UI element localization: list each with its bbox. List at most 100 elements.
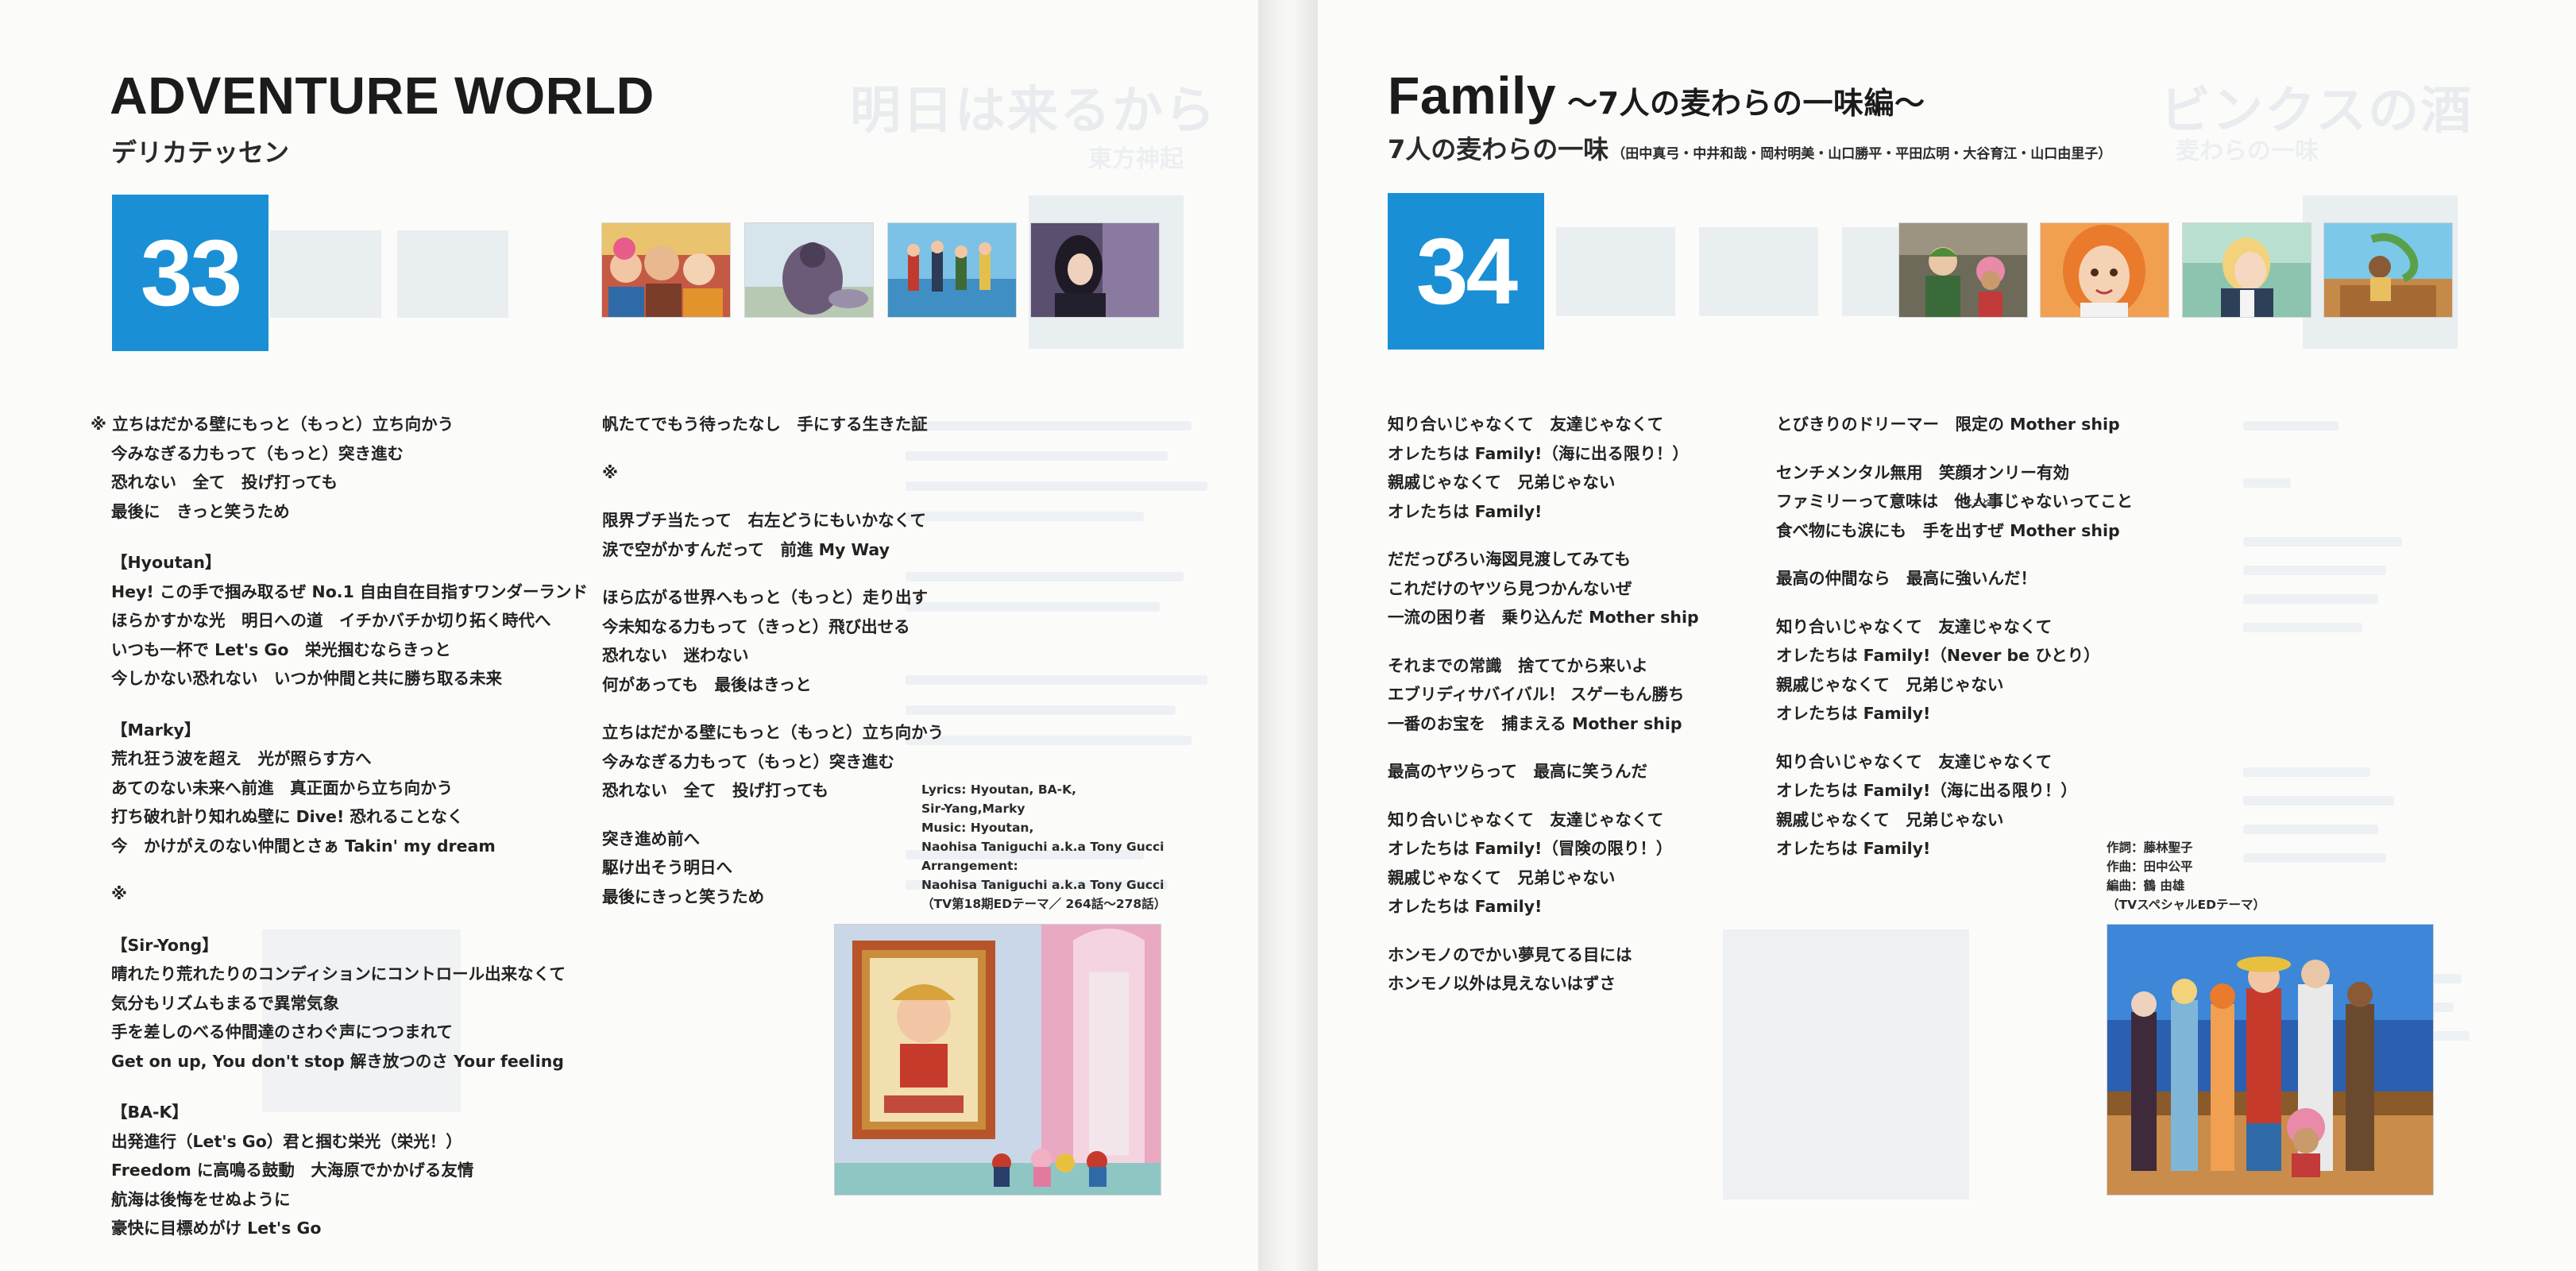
lyric-gap (1388, 632, 1699, 651)
ghost-thumb (1556, 227, 1675, 316)
lyric-line: 知り合いじゃなくて 友達じゃなくて (1776, 751, 2053, 771)
lyric-line: 一流の困り者 乗り込んだ Mother ship (1388, 608, 1699, 627)
lyric-line: オレたちは Family! (1776, 839, 1931, 858)
lyric-line: ※ (602, 462, 618, 482)
lyric-section-heading: 【Hyoutan】 (111, 553, 222, 572)
lyric-line: エブリディサバイバル！ スゲーもん勝ち (1388, 685, 1685, 704)
straw-hat-crew-scene-image (2107, 924, 2434, 1196)
lyric-line: 気分もリズムもまるで異常気象 (111, 993, 339, 1013)
lyric-section-heading: 【BA-K】 (111, 1103, 188, 1122)
lyrics-column-1: 知り合いじゃなくて 友達じゃなくて オレたちは Family!（海に出る限り！） 親… (1388, 410, 1699, 999)
lyric-line: これだけのヤツら見つかんないぜ (1388, 578, 1632, 598)
lyric-line: オレたちは Family! (1388, 897, 1543, 916)
lyric-line: オレたちは Family!（冒険の限り！） (1388, 839, 1673, 858)
lyric-line: ファミリーって意味は 他人事じゃないってこと (1776, 492, 2133, 511)
credit-line: （TV第18期EDテーマ／ 264話〜278話） (921, 897, 1167, 911)
lyric-line: 知り合いじゃなくて 友達じゃなくて (1388, 809, 1664, 829)
ghost-artist: 麦わらの一味 (2176, 137, 2319, 165)
lyric-gap (602, 805, 944, 825)
lyric-line: とびきりのドリーマー 限定の Mother ship (1776, 415, 2120, 434)
lyric-line: 最後に きっと笑うため (111, 501, 290, 521)
credit-line: （TVスペシャルEDテーマ） (2107, 898, 2265, 912)
credit-line: Lyrics: Hyoutan, BA-K, (921, 782, 1076, 797)
lyric-line: 最高のヤツらって 最高に笑うんだ (1388, 762, 1647, 781)
lyric-line: 晴れたり荒れたりのコンディションにコントロール出来なくて (111, 964, 566, 983)
lyric-gap (602, 439, 944, 458)
ghost-title: 明日は来るから (850, 82, 1217, 141)
lyric-line: 今みなぎる力もって（もっと）突き進む (111, 443, 404, 463)
ghost-line (906, 451, 1168, 461)
lyric-line: ホンモノのでかい夢見てる目には (1388, 945, 1632, 964)
lyric-line: 立ちはだかる壁にもっと（もっと）立ち向かう (602, 723, 944, 742)
lyric-line: オレたちは Family! (1776, 704, 1931, 723)
lyric-line: オレたちは Family! (1388, 501, 1543, 521)
lyric-line: 親戚じゃなくて 兄弟じゃない (1388, 473, 1616, 492)
left-page: 明日は来るから 東方神起 ADVENTURE WORLD デリカテッセン 33 (0, 0, 1258, 1271)
lyric-line: 何があっても 最後はきっと (602, 674, 812, 694)
lyric-line: ほら広がる世界へもっと（もっと）走り出す (602, 588, 928, 607)
ghost-line (2243, 825, 2378, 834)
lyric-line: 今未知なる力もって（きっと）飛び出せる (602, 616, 910, 636)
lyric-line: あてのない未来へ前進 真正面から立ち向かう (111, 778, 454, 798)
thumbnail-zoro-chopper (1898, 222, 2028, 318)
credit-line: 作詞：藤林聖子 (2107, 840, 2193, 855)
lyrics-column-2: とびきりのドリーマー 限定の Mother ship センチメンタル無用 笑顔オン… (1776, 410, 2133, 863)
lyric-line: 今しかない恐れない いつか仲間と共に勝ち取る未来 (111, 669, 502, 688)
ghost-artist: 東方神起 (1088, 145, 1184, 173)
ghost-line (2243, 594, 2378, 604)
lyric-line: ※ (111, 884, 127, 903)
ghost-line (2243, 623, 2362, 632)
lyric-line: 一番のお宝を 捕まえる Mother ship (1388, 713, 1682, 733)
thumbnail-dark-haired-woman (1030, 222, 1160, 318)
lyric-line: 豪快に目標めがけ Let's Go (111, 1219, 322, 1238)
lyric-section-heading: 【Sir-Yong】 (111, 935, 218, 955)
ghost-line (906, 421, 1191, 431)
lyric-line: 親戚じゃなくて 兄弟じゃない (1776, 674, 2004, 694)
lyric-gap (1776, 439, 2133, 458)
credits: 作詞：藤林聖子 作曲：田中公平 編曲：鶴 由雄 （TVスペシャルEDテーマ） (2107, 838, 2265, 914)
lyric-line: 最高の仲間なら 最高に強いんだ！ (1776, 569, 2037, 588)
wanted-poster-scene-image (834, 924, 1161, 1196)
lyric-line: 打ち破れ計り知れぬ壁に Dive! 恐れることなく (111, 807, 464, 826)
lyric-line: 荒れ狂う波を超え 光が照らす方へ (111, 749, 372, 768)
lyric-gap (1388, 921, 1699, 941)
ghost-thumb (397, 230, 508, 318)
thumbnail-nami (2040, 222, 2169, 318)
lyric-line: 今みなぎる力もって（もっと）突き進む (602, 751, 894, 771)
thumbnail-sanji (2182, 222, 2311, 318)
lyric-line: 親戚じゃなくて 兄弟じゃない (1388, 867, 1616, 887)
ghost-thumb (270, 230, 381, 318)
ghost-line (2243, 421, 2338, 431)
lyric-line: オレたちは Family!（Never be ひとり） (1776, 646, 2100, 665)
ghost-line (906, 572, 1184, 581)
right-page: ビンクスの酒 麦わらの一味 Family 〜7人の麦わらの一味編〜 7人の麦わらの… (1318, 0, 2576, 1271)
lyric-line: 手を差しのべる仲間達のさわぐ声につつまれて (111, 1022, 453, 1041)
lyric-line: いつも一杯で Let's Go 栄光掴むならきっと (111, 639, 451, 659)
lyric-gap (1388, 786, 1699, 805)
lyric-line: 食べ物にも涙にも 手を出すぜ Mother ship (1776, 520, 2120, 540)
artist-line: 7人の麦わらの一味 （田中真弓・中井和哉・岡村明美・山口勝平・平田広明・大谷育江・… (1388, 129, 2111, 166)
lyric-line: ホンモノ以外は見えないはずさ (1388, 974, 1616, 993)
lyric-line: それまでの常識 捨ててから来いよ (1388, 655, 1648, 675)
title-suffix: 〜7人の麦わらの一味編〜 (1567, 86, 1925, 121)
ghost-line (2243, 478, 2291, 488)
lyric-line: 親戚じゃなくて 兄弟じゃない (1776, 809, 2004, 829)
credit-line: 編曲：鶴 由雄 (2107, 879, 2185, 893)
lyric-gap (111, 1076, 588, 1095)
ghost-line (2243, 767, 2370, 777)
page-title: Family 〜7人の麦わらの一味編〜 (1388, 65, 1925, 126)
thumbnail-crew-group (601, 222, 731, 318)
ghost-line (906, 675, 1207, 685)
lyric-line: センチメンタル無用 笑顔オンリー有効 (1776, 462, 2069, 482)
lyric-line: 航海は後悔をせぬように (111, 1189, 291, 1209)
lyric-line: オレたちは Family!（海に出る限り！） (1388, 443, 1689, 463)
lyric-section-heading: 【Marky】 (111, 720, 201, 740)
ghost-line (906, 736, 1191, 745)
artist-name: デリカテッセン (111, 137, 290, 168)
title-main: Family (1388, 66, 1557, 125)
lyrics-column-2: 帆たてでもう待ったなし 手にする生きた証 ※ 限界ブチ当たって 右左どうにもいかなく… (602, 410, 944, 911)
lyric-line: Freedom に高鳴る鼓動 大海原でかかげる友情 (111, 1161, 474, 1180)
ghost-line (2243, 537, 2402, 547)
credit-line: Naohisa Taniguchi a.k.a Tony Gucci (921, 840, 1164, 854)
lyric-line: 帆たてでもう待ったなし 手にする生きた証 (602, 415, 928, 434)
